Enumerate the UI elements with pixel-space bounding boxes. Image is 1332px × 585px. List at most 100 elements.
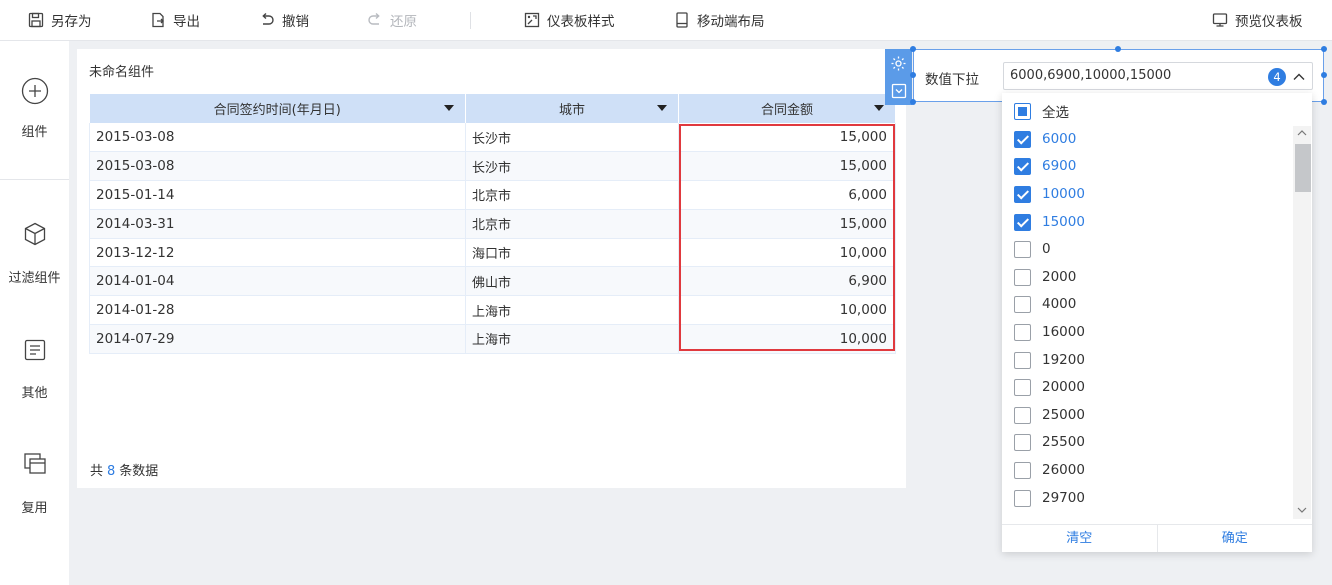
option-checkbox[interactable] xyxy=(1014,130,1031,148)
option-checkbox[interactable] xyxy=(1014,351,1031,369)
option-select-all[interactable]: 全选 xyxy=(1014,101,1069,121)
option-checkbox[interactable] xyxy=(1014,461,1031,479)
column-header-amount[interactable]: 合同金额 xyxy=(678,94,896,123)
resize-handle[interactable] xyxy=(910,46,916,52)
cell-city: 海口市 xyxy=(465,238,679,268)
option-checkbox[interactable] xyxy=(1014,157,1031,175)
option-checkbox[interactable] xyxy=(1014,185,1031,203)
cell-city: 上海市 xyxy=(465,324,679,354)
column-header-contract-date[interactable]: 合同签约时间(年月日) xyxy=(89,94,466,123)
option-item[interactable]: 25000 xyxy=(1014,405,1085,425)
save-as-label: 另存为 xyxy=(51,14,92,30)
resize-handle[interactable] xyxy=(1321,46,1327,52)
option-label: 0 xyxy=(1042,241,1051,257)
rail-item-reuse[interactable]: 复用 xyxy=(0,451,69,516)
undo-button[interactable]: 撤销 xyxy=(259,0,309,40)
row-count-prefix: 共 xyxy=(90,464,104,479)
option-item[interactable]: 26000 xyxy=(1014,460,1085,480)
palette-icon xyxy=(524,12,540,28)
table-row: 2014-01-04 佛山市 6,900 xyxy=(89,266,896,297)
monitor-icon xyxy=(1212,13,1228,27)
cell-amount: 6,000 xyxy=(678,180,896,210)
left-rail: 组件 过滤组件 其他 复用 xyxy=(0,41,69,585)
option-checkbox[interactable] xyxy=(1014,378,1031,396)
confirm-button[interactable]: 确定 xyxy=(1158,525,1313,552)
option-item[interactable]: 20000 xyxy=(1014,377,1085,397)
option-item[interactable]: 16000 xyxy=(1014,322,1085,342)
option-checkbox[interactable] xyxy=(1014,295,1031,313)
resize-handle[interactable] xyxy=(910,99,916,105)
option-item[interactable]: 15000 xyxy=(1014,212,1085,232)
cell-date: 2014-03-31 xyxy=(89,209,466,239)
option-checkbox[interactable] xyxy=(1014,433,1031,451)
option-item[interactable]: 6900 xyxy=(1014,156,1076,176)
table-row: 2014-07-29 上海市 10,000 xyxy=(89,324,896,354)
option-label: 20000 xyxy=(1042,379,1085,395)
gear-icon[interactable] xyxy=(890,55,907,72)
redo-button[interactable]: 还原 xyxy=(367,0,417,40)
option-label: 6000 xyxy=(1042,131,1077,147)
preview-dashboard-button[interactable]: 预览仪表板 xyxy=(1212,0,1303,40)
clear-button[interactable]: 清空 xyxy=(1002,525,1158,552)
scroll-up-icon[interactable] xyxy=(1297,129,1307,137)
resize-handle[interactable] xyxy=(1321,72,1327,78)
option-item[interactable]: 6000 xyxy=(1014,129,1076,149)
export-icon xyxy=(152,12,164,28)
option-checkbox[interactable] xyxy=(1014,240,1031,258)
option-item[interactable]: 0 xyxy=(1014,239,1051,259)
cell-city: 佛山市 xyxy=(465,266,679,297)
option-item[interactable]: 29700 xyxy=(1014,488,1085,508)
row-count-suffix: 条数据 xyxy=(119,464,159,479)
option-item[interactable]: 2000 xyxy=(1014,267,1076,287)
dashboard-style-button[interactable]: 仪表板样式 xyxy=(524,0,615,40)
option-checkbox[interactable] xyxy=(1014,268,1031,286)
option-label: 2000 xyxy=(1042,269,1077,285)
cell-amount: 15,000 xyxy=(678,123,896,153)
resize-handle[interactable] xyxy=(910,72,916,78)
redo-label: 还原 xyxy=(390,14,417,30)
filter-select-input[interactable]: 6000,6900,10000,15000 4 xyxy=(1003,62,1313,90)
scroll-down-icon[interactable] xyxy=(1297,506,1307,514)
option-checkbox[interactable] xyxy=(1014,213,1031,231)
cell-city: 北京市 xyxy=(465,180,679,210)
option-checkbox[interactable] xyxy=(1014,489,1031,507)
mobile-layout-button[interactable]: 移动端布局 xyxy=(674,0,765,40)
cell-city: 长沙市 xyxy=(465,151,679,182)
mobile-layout-label: 移动端布局 xyxy=(697,14,765,30)
option-item[interactable]: 19200 xyxy=(1014,350,1085,370)
option-label: 10000 xyxy=(1042,186,1085,202)
option-label: 4000 xyxy=(1042,296,1077,312)
sort-caret-icon[interactable] xyxy=(874,105,884,111)
chevron-up-icon[interactable] xyxy=(1291,69,1307,85)
export-button[interactable]: 导出 xyxy=(150,0,200,40)
collapse-down-icon[interactable] xyxy=(891,83,907,99)
option-checkbox[interactable] xyxy=(1014,323,1031,341)
option-checkbox[interactable] xyxy=(1014,406,1031,424)
rail-item-other[interactable]: 其他 xyxy=(0,338,69,401)
option-item[interactable]: 10000 xyxy=(1014,184,1085,204)
table-row: 2015-01-14 北京市 6,000 xyxy=(89,180,896,210)
option-item[interactable]: 25500 xyxy=(1014,432,1085,452)
resize-handle[interactable] xyxy=(1321,99,1327,105)
column-header-city[interactable]: 城市 xyxy=(465,94,679,123)
select-all-checkbox[interactable] xyxy=(1014,102,1031,120)
scrollbar-thumb[interactable] xyxy=(1295,144,1311,192)
table-widget[interactable]: 未命名组件 合同签约时间(年月日) 城市 合同金额 2015-03-08 长沙市 1… xyxy=(77,49,906,488)
undo-icon xyxy=(262,12,274,25)
option-label: 15000 xyxy=(1042,214,1085,230)
cube-icon xyxy=(24,222,45,246)
sort-caret-icon[interactable] xyxy=(657,105,667,111)
dropdown-scrollbar[interactable] xyxy=(1293,126,1311,519)
rail-item-component[interactable]: 组件 xyxy=(0,77,69,140)
table-header-row: 合同签约时间(年月日) 城市 合同金额 xyxy=(89,94,896,123)
undo-label: 撤销 xyxy=(282,14,309,30)
cell-city: 上海市 xyxy=(465,295,679,326)
option-item[interactable]: 4000 xyxy=(1014,294,1076,314)
sort-caret-icon[interactable] xyxy=(444,105,454,111)
save-as-button[interactable]: 另存为 xyxy=(28,0,92,40)
rail-item-filter[interactable]: 过滤组件 xyxy=(0,221,69,286)
cell-amount: 15,000 xyxy=(678,209,896,239)
row-count-number: 8 xyxy=(107,464,116,479)
resize-handle[interactable] xyxy=(1115,46,1121,52)
top-toolbar: 另存为 导出 撤销 还原 仪表板样式 移动端布局 预览仪表板 xyxy=(0,0,1332,41)
